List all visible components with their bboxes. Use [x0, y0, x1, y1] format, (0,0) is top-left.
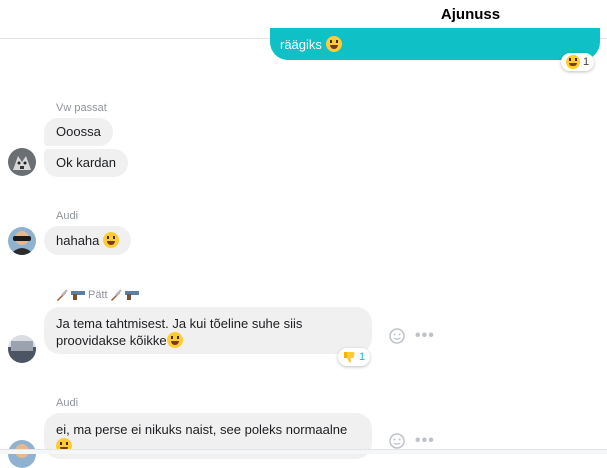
- reaction-count: 1: [359, 351, 366, 363]
- pistol-icon: [70, 289, 86, 301]
- message-bubble[interactable]: Ok kardan: [44, 149, 128, 177]
- reaction-count: 1: [583, 56, 590, 68]
- composer-divider: [0, 449, 607, 454]
- more-dots-icon[interactable]: •••: [415, 327, 435, 345]
- smiley-icon[interactable]: [389, 433, 405, 449]
- sender-name-row: Pätt: [56, 289, 140, 301]
- message-actions: •••: [389, 327, 435, 345]
- knife-icon: [56, 289, 68, 301]
- message-text: proovidakse kõikke: [56, 333, 167, 348]
- message-bubble[interactable]: Ja tema tahtmisest. Ja kui tõeline suhe …: [44, 307, 372, 354]
- sender-name: Vw passat: [56, 102, 107, 114]
- message-text: Ooossa: [56, 124, 101, 139]
- avatar[interactable]: [8, 227, 36, 255]
- chat-title: Ajunuss: [440, 6, 501, 23]
- knife-icon: [110, 289, 122, 301]
- grinning-face-icon: [103, 232, 120, 248]
- grinning-face-icon: [325, 36, 342, 52]
- thumbs-down-icon: [343, 351, 356, 364]
- message-text: Ja tema tahtmisest. Ja kui tõeline suhe …: [56, 316, 303, 331]
- laughing-face-icon: [566, 55, 580, 69]
- avatar[interactable]: [8, 335, 36, 363]
- sender-name: Pätt: [88, 289, 108, 301]
- message-text: hahaha: [56, 233, 100, 248]
- message-text: Ok kardan: [56, 155, 116, 170]
- outgoing-message-bubble[interactable]: räägiks: [270, 28, 600, 60]
- smiley-icon[interactable]: [389, 328, 405, 344]
- avatar[interactable]: [8, 148, 36, 176]
- sender-name: Audi: [56, 210, 79, 222]
- message-bubble[interactable]: Ooossa: [44, 118, 113, 146]
- pistol-icon: [124, 289, 140, 301]
- message-actions: •••: [389, 432, 435, 450]
- more-dots-icon[interactable]: •••: [415, 432, 435, 450]
- sender-name: Audi: [56, 397, 79, 409]
- outgoing-message-text: räägiks: [280, 37, 322, 52]
- message-text: ei, ma perse ei nikuks naist, see poleks…: [56, 422, 348, 437]
- reaction-badge[interactable]: 1: [338, 348, 371, 366]
- message-bubble[interactable]: hahaha: [44, 226, 132, 255]
- avatar[interactable]: [8, 440, 36, 468]
- laughing-face-icon: [166, 332, 183, 348]
- reaction-badge[interactable]: 1: [561, 53, 595, 71]
